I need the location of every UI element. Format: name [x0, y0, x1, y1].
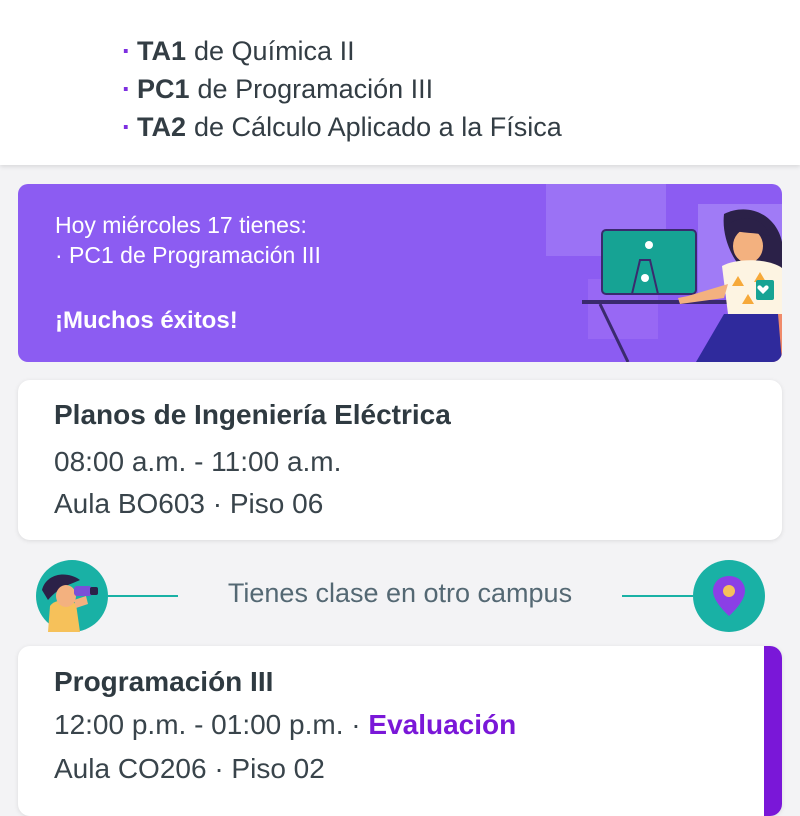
exam-code: TA2: [137, 112, 187, 142]
exam-course: de Cálculo Aplicado a la Física: [194, 112, 562, 142]
separator: ·: [343, 709, 369, 740]
class-title: Programación III: [54, 666, 274, 697]
class-location: Aula BO603 · Piso 06: [54, 488, 324, 519]
location-pin-icon[interactable]: [693, 560, 765, 632]
banner-exam-line: · PC1 de Programación III: [55, 242, 321, 268]
bullet-dot: ·: [122, 36, 131, 66]
campus-notice-text: Tienes clase en otro campus: [227, 578, 573, 608]
exams-summary-card: · TA1 de Química II · PC1 de Programación II…: [0, 0, 800, 165]
exam-code: TA1: [137, 36, 187, 66]
today-banner[interactable]: Hoy miércoles 17 tienes: · PC1 de Progra…: [18, 184, 782, 362]
banner-date-line: Hoy miércoles 17 tienes:: [55, 212, 307, 238]
banner-cta: ¡Muchos éxitos!: [55, 307, 238, 334]
divider-right: [622, 595, 693, 597]
list-item: · TA1 de Química II: [122, 32, 562, 70]
exam-course: de Química II: [194, 36, 355, 66]
campus-notice: Tienes clase en otro campus: [0, 560, 800, 632]
evaluation-tag: Evaluación: [368, 709, 517, 740]
class-time-line: 12:00 p.m. - 01:00 p.m. · Evaluación: [54, 709, 516, 741]
bullet-dot: ·: [122, 112, 131, 142]
class-title: Planos de Ingeniería Eléctrica: [54, 399, 451, 430]
class-card[interactable]: Planos de Ingeniería Eléctrica 08:00 a.m…: [18, 380, 782, 540]
class-card[interactable]: Programación III 12:00 p.m. - 01:00 p.m.…: [18, 646, 782, 816]
class-location: Aula CO206 · Piso 02: [54, 753, 325, 784]
exam-code: PC1: [137, 74, 190, 104]
student-at-computer-illustration: [546, 184, 782, 362]
exams-list: · TA1 de Química II · PC1 de Programación II…: [122, 32, 562, 146]
exam-course: de Programación III: [197, 74, 434, 104]
evaluation-accent-bar: [764, 646, 782, 816]
list-item: · PC1 de Programación III: [122, 70, 562, 108]
list-item: · TA2 de Cálculo Aplicado a la Física: [122, 108, 562, 146]
class-time: 12:00 p.m. - 01:00 p.m.: [54, 709, 344, 740]
bullet-dot: ·: [122, 74, 131, 104]
class-time: 08:00 a.m. - 11:00 a.m.: [54, 446, 342, 477]
banner-text: Hoy miércoles 17 tienes: · PC1 de Progra…: [55, 210, 321, 335]
